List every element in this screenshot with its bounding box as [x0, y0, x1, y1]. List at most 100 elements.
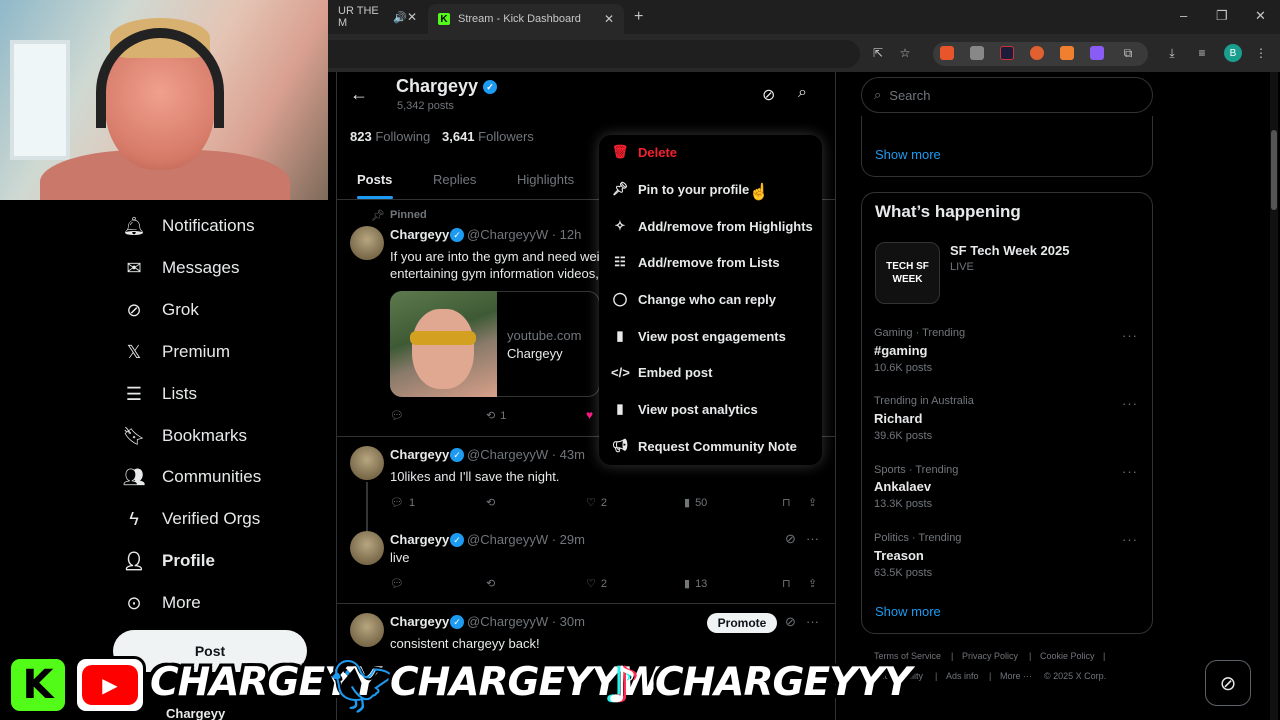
trend-title[interactable]: Richard	[874, 411, 922, 426]
tab-posts[interactable]: Posts	[357, 172, 392, 187]
menu-item-engagements[interactable]: ▮ View post engagements	[611, 318, 785, 354]
browser-menu-icon[interactable]: ⋮	[1252, 44, 1270, 62]
event-thumbnail[interactable]: TECH SF WEEK	[875, 242, 940, 304]
menu-item-change-reply[interactable]: ◯ Change who can reply	[611, 281, 776, 317]
install-app-icon[interactable]: ⇱	[869, 44, 887, 62]
back-arrow-icon[interactable]: ←	[350, 84, 368, 105]
author-handle[interactable]: @ChargeyyW · 12h	[467, 227, 581, 242]
reply-button[interactable]: 💬︎	[390, 409, 404, 422]
trend-title[interactable]: Ankalaev	[874, 479, 931, 494]
menu-item-community-note[interactable]: 📢︎ Request Community Note	[611, 428, 797, 464]
profile-avatar[interactable]: B	[1224, 44, 1242, 62]
menu-item-pin[interactable]: 📌︎ Pin to your profile	[611, 171, 750, 207]
extension-icon[interactable]	[1030, 46, 1044, 60]
menu-item-lists[interactable]: ☷ Add/remove from Lists	[611, 244, 779, 280]
nav-communities[interactable]: 👥︎ Communities	[122, 459, 262, 495]
following-link[interactable]: 823 Following	[350, 129, 430, 144]
grok-floating-button[interactable]: ⊘	[1205, 660, 1251, 706]
more-options-icon[interactable]: ···	[806, 531, 819, 546]
nav-profile[interactable]: 👤︎ Profile	[122, 543, 215, 579]
author-name[interactable]: Chargeyy	[390, 227, 449, 242]
more-options-icon[interactable]: ···	[1122, 396, 1138, 411]
more-options-icon[interactable]: ···	[1122, 464, 1138, 479]
menu-item-delete[interactable]: 🗑︎ Delete	[611, 134, 677, 170]
views-button[interactable]: ▮ 13	[684, 577, 707, 591]
bookmark-star-icon[interactable]: ☆	[896, 44, 914, 62]
nav-bookmarks[interactable]: 🔖︎ Bookmarks	[122, 418, 247, 454]
nav-premium[interactable]: 𝕏 Premium	[122, 334, 230, 370]
bookmark-button[interactable]: ⊓	[782, 496, 791, 509]
more-options-icon[interactable]: ···	[806, 614, 819, 629]
extension-icon[interactable]	[940, 46, 954, 60]
extension-icon[interactable]	[1000, 46, 1014, 60]
puzzle-icon[interactable]: ⧉	[1119, 44, 1137, 62]
menu-item-embed[interactable]: </> Embed post	[611, 354, 712, 390]
more-options-icon[interactable]: ···	[1122, 328, 1138, 343]
maximize-button[interactable]: ❐	[1216, 8, 1228, 24]
show-more-link[interactable]: Show more	[875, 604, 941, 619]
search-input[interactable]: ⌕ Search	[861, 77, 1153, 113]
avatar[interactable]	[350, 226, 384, 260]
like-button[interactable]: ♡ 2	[586, 496, 607, 510]
close-window-button[interactable]: ✕	[1255, 8, 1266, 24]
close-tab-icon[interactable]: ✕	[604, 12, 614, 26]
footer-more[interactable]: More ···	[1000, 671, 1032, 681]
show-more-link[interactable]: Show more	[875, 147, 941, 162]
grok-icon[interactable]: ⊘	[762, 85, 775, 105]
extension-icon[interactable]	[970, 46, 984, 60]
author-handle[interactable]: @ChargeyyW · 43m	[467, 447, 585, 462]
nav-grok[interactable]: ⊘ Grok	[122, 292, 198, 328]
nav-notifications[interactable]: 🔔︎ Notifications	[122, 208, 255, 244]
promote-button[interactable]: Promote	[707, 613, 777, 633]
speaker-icon[interactable]: 🔊	[393, 11, 407, 24]
nav-verified-orgs[interactable]: ϟ Verified Orgs	[122, 501, 260, 537]
browser-tab-music[interactable]: UR THE M 🔊 ✕	[330, 0, 425, 34]
tab-highlights[interactable]: Highlights	[517, 172, 574, 187]
author-name[interactable]: Chargeyy	[390, 532, 449, 547]
more-options-icon[interactable]: ···	[1122, 532, 1138, 547]
grok-icon[interactable]: ⊘	[785, 531, 796, 547]
followers-link[interactable]: 3,641 Followers	[442, 129, 534, 144]
bookmark-button[interactable]: ⊓	[782, 577, 791, 590]
tab-replies[interactable]: Replies	[433, 172, 476, 187]
search-icon[interactable]: ⌕	[798, 84, 807, 102]
author-handle[interactable]: @ChargeyyW · 30m	[467, 614, 585, 629]
footer-privacy[interactable]: Privacy Policy	[962, 651, 1018, 661]
media-control-icon[interactable]: ≡	[1193, 44, 1211, 62]
repost-button[interactable]: ⟲ 1	[486, 409, 506, 423]
avatar[interactable]	[350, 613, 384, 647]
browser-tab-kick[interactable]: K Stream - Kick Dashboard ✕	[428, 4, 624, 34]
nav-more[interactable]: ⊙ More	[122, 585, 200, 621]
avatar[interactable]	[350, 531, 384, 565]
scrollbar-thumb[interactable]	[1271, 130, 1277, 210]
minimize-button[interactable]: –	[1180, 8, 1187, 23]
event-title[interactable]: SF Tech Week 2025	[950, 243, 1069, 258]
footer-ads-info[interactable]: Ads info	[946, 671, 979, 681]
reply-button[interactable]: 💬︎	[390, 577, 404, 590]
views-button[interactable]: ▮ 50	[684, 496, 707, 510]
repost-button[interactable]: ⟲	[486, 496, 495, 509]
nav-messages[interactable]: ✉ Messages	[122, 250, 239, 286]
share-button[interactable]: ⇪	[808, 496, 817, 509]
author-name[interactable]: Chargeyy	[390, 614, 449, 629]
close-tab-icon[interactable]: ✕	[407, 10, 417, 24]
footer-cookie[interactable]: Cookie Policy	[1040, 651, 1095, 661]
author-handle[interactable]: @ChargeyyW · 29m	[467, 532, 585, 547]
like-heart-icon[interactable]: ♥	[586, 408, 593, 422]
repost-button[interactable]: ⟲	[486, 577, 495, 590]
download-icon[interactable]: ⤓	[1163, 44, 1181, 62]
author-name[interactable]: Chargeyy	[390, 447, 449, 462]
trend-title[interactable]: #gaming	[874, 343, 927, 358]
nav-lists[interactable]: ☰ Lists	[122, 376, 197, 412]
avatar[interactable]	[350, 446, 384, 480]
menu-item-analytics[interactable]: ▮ View post analytics	[611, 391, 757, 427]
menu-item-highlights[interactable]: ✧ Add/remove from Highlights	[611, 208, 813, 244]
grok-icon[interactable]: ⊘	[785, 614, 796, 630]
trend-title[interactable]: Treason	[874, 548, 924, 563]
extension-icon[interactable]	[1060, 46, 1074, 60]
share-button[interactable]: ⇪	[808, 577, 817, 590]
new-tab-button[interactable]: +	[634, 8, 643, 26]
twitch-extension-icon[interactable]	[1090, 46, 1104, 60]
like-button[interactable]: ♡ 2	[586, 577, 607, 591]
reply-button[interactable]: 💬︎ 1	[390, 496, 415, 510]
